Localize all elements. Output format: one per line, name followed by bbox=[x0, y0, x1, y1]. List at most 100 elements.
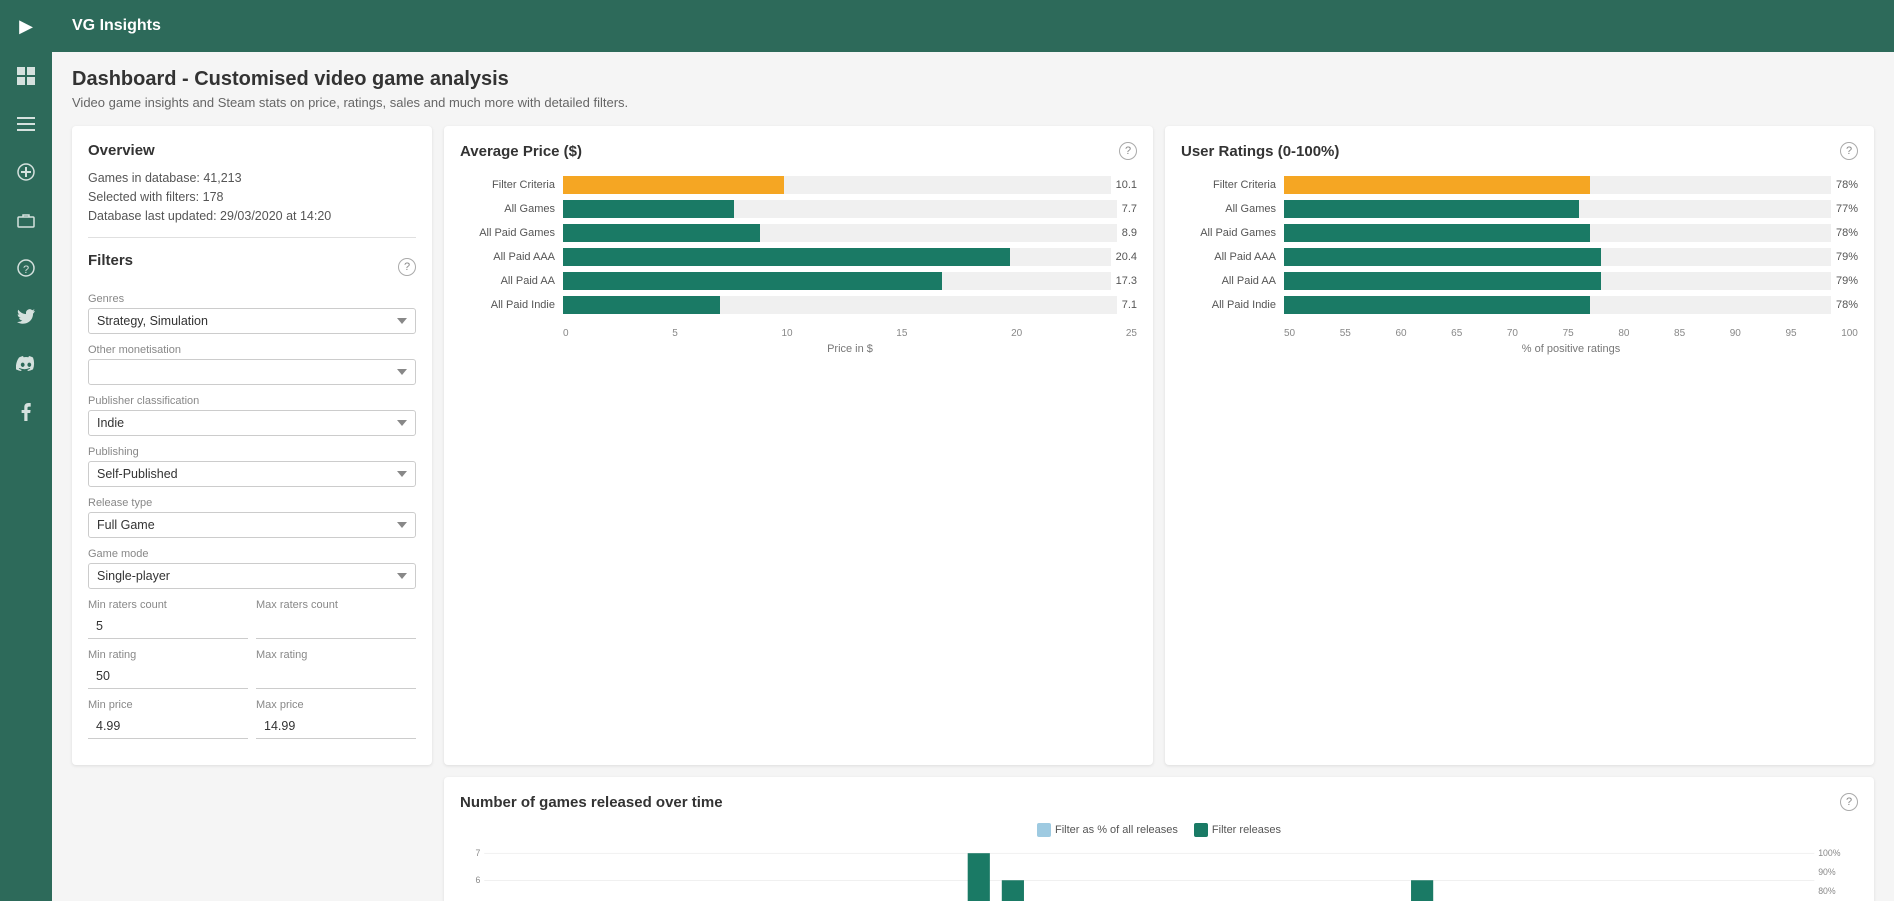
bar-container bbox=[1284, 176, 1831, 194]
main-area: VG Insights Dashboard - Customised video… bbox=[52, 0, 1894, 901]
game-mode-select[interactable]: Single-player bbox=[88, 563, 416, 589]
publishing-label: Publishing bbox=[88, 446, 416, 458]
genres-label: Genres bbox=[88, 293, 416, 305]
time-chart-svg: 012345670%10%20%30%40%50%60%70%80%90%100… bbox=[460, 845, 1858, 901]
avg-price-axis-label: Price in $ bbox=[563, 343, 1137, 355]
page-title: Dashboard - Customised video game analys… bbox=[72, 68, 1874, 91]
user-ratings-title: User Ratings (0-100%) bbox=[1181, 143, 1339, 160]
user-ratings-axis-label: % of positive ratings bbox=[1284, 343, 1858, 355]
sidebar-item-add[interactable] bbox=[0, 150, 52, 194]
min-rating-label: Min rating bbox=[88, 649, 248, 661]
avg-price-card: Average Price ($) ? Filter Criteria10.1 A… bbox=[444, 126, 1153, 765]
avg-price-axis: 0510152025 bbox=[563, 328, 1137, 339]
max-raters-input[interactable] bbox=[256, 614, 416, 639]
publisher-class-select[interactable]: Indie bbox=[88, 410, 416, 436]
bar-row: All Paid Indie78% bbox=[1181, 296, 1858, 314]
publisher-class-label: Publisher classification bbox=[88, 395, 416, 407]
bar-container bbox=[1284, 272, 1831, 290]
max-rating-group: Max rating bbox=[256, 649, 416, 689]
max-price-input[interactable] bbox=[256, 714, 416, 739]
filters-help-icon[interactable]: ? bbox=[398, 258, 416, 276]
bar-row: All Paid Indie7.1 bbox=[460, 296, 1137, 314]
bar-label: Filter Criteria bbox=[1181, 179, 1276, 191]
bar-fill bbox=[563, 272, 942, 290]
bar-value: 7.1 bbox=[1122, 299, 1137, 311]
bar-row: Filter Criteria 78% bbox=[1181, 176, 1858, 194]
stat-selected: Selected with filters: 178 bbox=[88, 190, 416, 204]
bar-fill bbox=[563, 248, 1010, 266]
avg-price-title: Average Price ($) bbox=[460, 143, 582, 160]
sidebar-item-help[interactable]: ? bbox=[0, 246, 52, 290]
overview-title: Overview bbox=[88, 142, 416, 159]
sidebar-item-twitter[interactable] bbox=[0, 294, 52, 338]
bar-container bbox=[1284, 248, 1831, 266]
user-ratings-chart: Filter Criteria 78% All Games77% All Paid G… bbox=[1181, 172, 1858, 324]
release-type-select[interactable]: Full Game bbox=[88, 512, 416, 538]
genres-select[interactable]: Strategy, Simulation bbox=[88, 308, 416, 334]
bar-row: All Paid AAA20.4 bbox=[460, 248, 1137, 266]
bar-container bbox=[563, 272, 1111, 290]
bar-fill bbox=[1284, 248, 1601, 266]
bar-container bbox=[1284, 296, 1831, 314]
games-time-header: Number of games released over time ? bbox=[460, 793, 1858, 811]
filters-header: Filters ? bbox=[88, 252, 416, 281]
max-price-group: Max price bbox=[256, 699, 416, 739]
bar-label: All Paid AAA bbox=[460, 251, 555, 263]
bar-fill bbox=[1284, 176, 1590, 194]
rating-row: Min rating Max rating bbox=[88, 649, 416, 689]
min-price-input[interactable] bbox=[88, 714, 248, 739]
games-time-help-icon[interactable]: ? bbox=[1840, 793, 1858, 811]
bar-value: 78% bbox=[1836, 299, 1858, 311]
bar-container bbox=[563, 224, 1117, 242]
bar-row: Filter Criteria10.1 bbox=[460, 176, 1137, 194]
min-rating-input[interactable] bbox=[88, 664, 248, 689]
svg-text:100%: 100% bbox=[1818, 848, 1841, 858]
bar-value: 79% bbox=[1836, 251, 1858, 263]
stat-games-db: Games in database: 41,213 bbox=[88, 171, 416, 185]
bar-value: 77% bbox=[1836, 203, 1858, 215]
bar-fill bbox=[1284, 224, 1590, 242]
sidebar-item-facebook[interactable] bbox=[0, 390, 52, 434]
bar-value: 79% bbox=[1836, 275, 1858, 287]
max-rating-input[interactable] bbox=[256, 664, 416, 689]
user-ratings-header: User Ratings (0-100%) ? bbox=[1181, 142, 1858, 160]
topbar: VG Insights bbox=[52, 0, 1894, 52]
monetisation-select[interactable] bbox=[88, 359, 416, 385]
price-row: Min price Max price bbox=[88, 699, 416, 739]
svg-text:?: ? bbox=[23, 264, 29, 276]
bar-container bbox=[563, 200, 1117, 218]
time-bar bbox=[1411, 880, 1433, 901]
max-rating-label: Max rating bbox=[256, 649, 416, 661]
publishing-select[interactable]: Self-Published bbox=[88, 461, 416, 487]
bar-value: 10.1 bbox=[1116, 179, 1137, 191]
bar-container bbox=[1284, 224, 1831, 242]
bar-value: 7.7 bbox=[1122, 203, 1137, 215]
bar-fill bbox=[563, 200, 734, 218]
legend-color-blue bbox=[1037, 823, 1051, 837]
time-chart-legend: Filter as % of all releasesFilter releas… bbox=[460, 823, 1858, 837]
user-ratings-help-icon[interactable]: ? bbox=[1840, 142, 1858, 160]
sidebar-item-dashboard[interactable] bbox=[0, 54, 52, 98]
max-raters-group: Max raters count bbox=[256, 599, 416, 639]
bar-value: 78% bbox=[1836, 179, 1858, 191]
bar-value: 17.3 bbox=[1116, 275, 1137, 287]
bar-label: All Games bbox=[460, 203, 555, 215]
bar-label: All Paid Games bbox=[1181, 227, 1276, 239]
dashboard-grid: Overview Games in database: 41,213 Selec… bbox=[72, 126, 1874, 901]
sidebar-toggle[interactable]: ▶ bbox=[0, 0, 52, 52]
sidebar-item-grid[interactable] bbox=[0, 102, 52, 146]
bar-fill bbox=[563, 224, 760, 242]
legend-label: Filter releases bbox=[1212, 824, 1281, 836]
user-ratings-axis: 50556065707580859095100 bbox=[1284, 328, 1858, 339]
sidebar-item-briefcase[interactable] bbox=[0, 198, 52, 242]
sidebar-item-discord[interactable] bbox=[0, 342, 52, 386]
max-price-label: Max price bbox=[256, 699, 416, 711]
avg-price-chart: Filter Criteria10.1 All Games 7.7 All Paid … bbox=[460, 172, 1137, 324]
bar-fill bbox=[563, 296, 720, 314]
legend-color-green bbox=[1194, 823, 1208, 837]
min-raters-input[interactable] bbox=[88, 614, 248, 639]
bar-row: All Games77% bbox=[1181, 200, 1858, 218]
avg-price-help-icon[interactable]: ? bbox=[1119, 142, 1137, 160]
bar-label: All Paid Games bbox=[460, 227, 555, 239]
time-bar bbox=[968, 853, 990, 901]
